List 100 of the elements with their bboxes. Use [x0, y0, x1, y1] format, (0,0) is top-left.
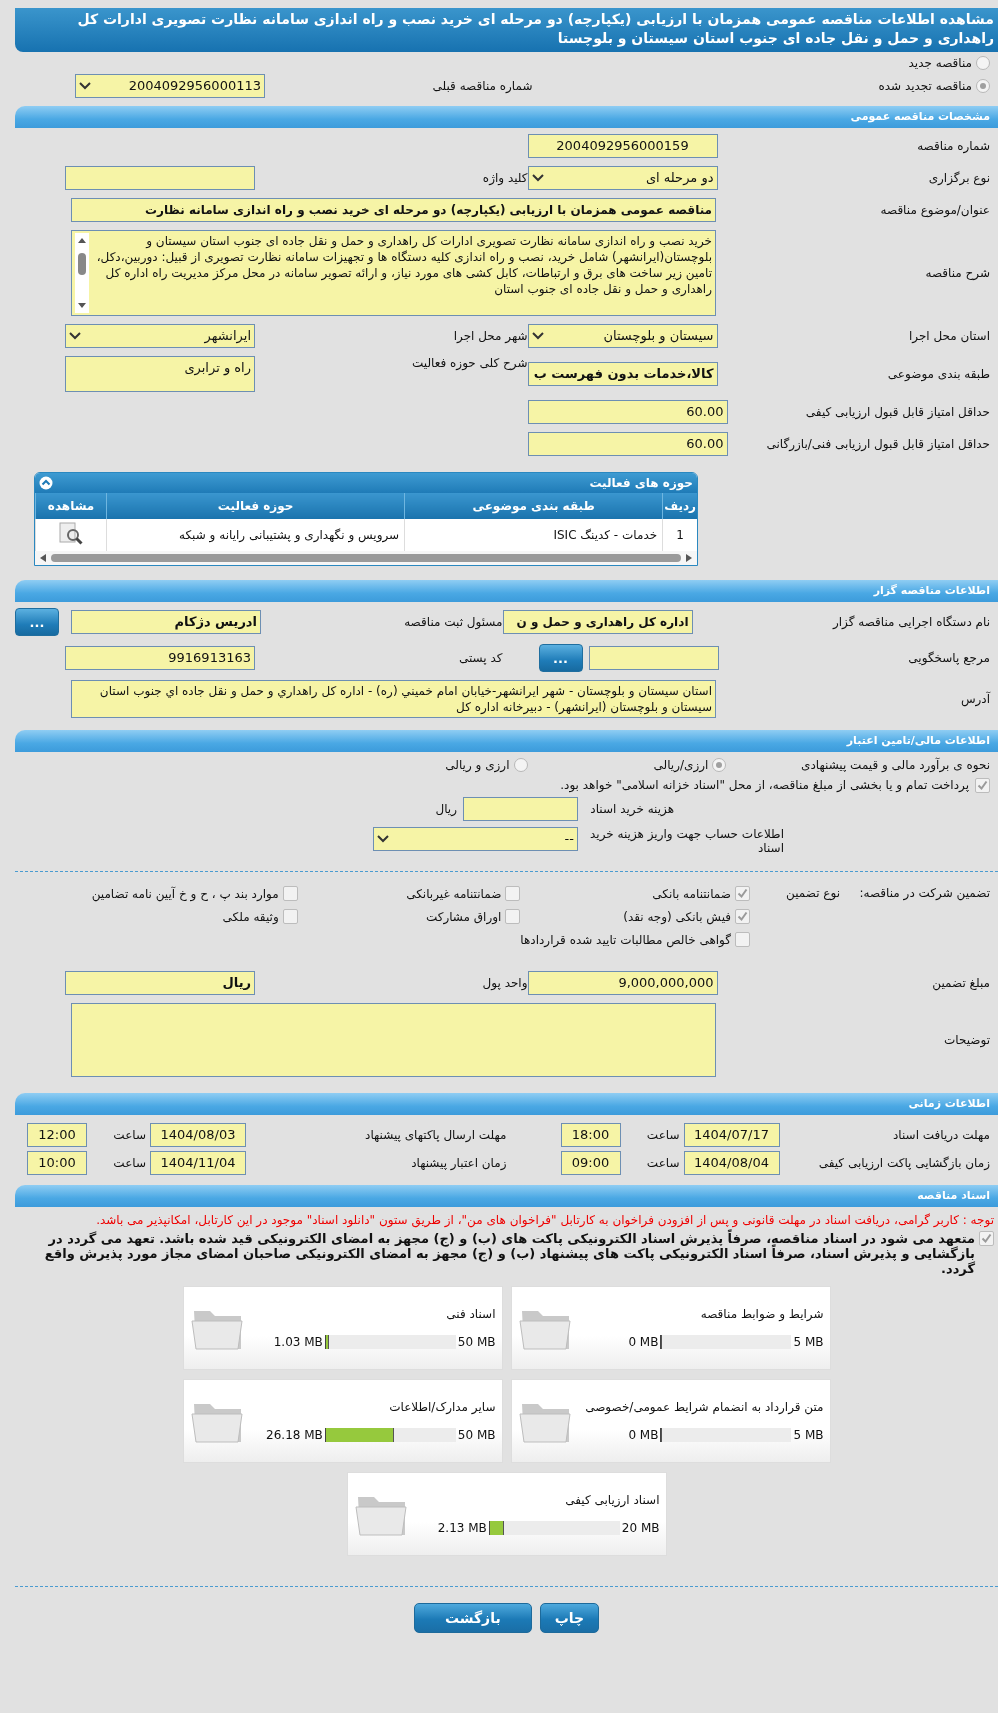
size-label: 0 MB	[628, 1428, 659, 1442]
checkbox-label: پرداخت تمام و یا بخشی از مبلغ مناقصه، از محل "اسناد خزانه اسلامی" خواهد بود.	[559, 778, 969, 792]
radio-button[interactable]	[976, 79, 990, 93]
province-select[interactable]: سیستان و بلوچستان	[527, 324, 718, 348]
score-field[interactable]: 60.00	[527, 432, 728, 456]
activity-summary-field[interactable]: راه و ترابری	[65, 356, 255, 392]
max-size-label: 5 MB	[793, 1428, 824, 1442]
field-label: نام دستگاه اجرایی مناقصه گزار	[831, 615, 990, 629]
previous-tender-select[interactable]: 2004092956000113	[75, 74, 265, 98]
size-label: 26.18 MB	[266, 1428, 323, 1442]
time-field[interactable]: 12:00	[27, 1123, 87, 1147]
radio-button[interactable]	[712, 758, 727, 772]
checkbox[interactable]	[735, 909, 750, 924]
section-header: اطلاعات زمانی	[15, 1093, 998, 1115]
chevron-down-icon	[531, 174, 544, 182]
field-label: مهلت دریافت اسناد	[892, 1128, 990, 1142]
field-label: استان محل اجرا	[907, 329, 990, 343]
field-label: شماره مناقصه	[916, 139, 990, 153]
radio-button[interactable]	[976, 56, 990, 70]
city-select[interactable]: ایرانشهر	[65, 324, 255, 348]
more-button[interactable]: ...	[538, 644, 583, 672]
back-button[interactable]: بازگشت	[413, 1603, 532, 1633]
notice-text: توجه : کاربر گرامی، دریافت اسناد در مهلت قانونی و پس از افزودن فراخوان به کارتابل "فراخوان های من"، از طریق ستون "دانلود اسناد" موجود در این کارتابل، امکانپذیر می باشد.	[95, 1212, 995, 1227]
holding-type-select[interactable]: دو مرحله ای	[527, 166, 718, 190]
score-field[interactable]: 60.00	[527, 400, 728, 424]
description-text: خرید نصب و راه اندازی سامانه نظارت تصویری ادارات کل راهداری و حمل و نقل جاده ای جنوب استان سیستان و بلوچستان(ایرانشهر) شامل خرید، نصب و راه اندازی کلیه دستگاه ها و تجهیزات سامانه نظارت تصویری از قبیل: دوربین،دکل، تامین زیر ساخت های برق و ارتباطات، کابل کشی های مورد نیاز، و ارائه تصویر سامانه در محل مرکز مدیریت راه اداره کل راهداری و حمل و نقل جاده ای جنوب استان	[95, 233, 712, 298]
address-field[interactable]: استان سيستان و بلوچستان - شهر ايرانشهر-خيابان امام خميني (ره) - اداره کل راهداري و حمل و نقل جاده اي جنوب استان سيستان و بلوچستان (ايرانشهر) - دبيرخانه اداره کل	[71, 680, 716, 718]
registrar-field[interactable]: ادریس دژکام	[71, 610, 261, 634]
field-label: مبلغ تضمین	[931, 976, 990, 990]
column-header: حوزه فعالیت	[106, 493, 405, 519]
postal-code-field[interactable]: 9916913163	[65, 646, 255, 670]
account-select[interactable]: --	[373, 827, 578, 851]
document-name: سایر مدارک/اطلاعات	[388, 1400, 496, 1414]
checkbox[interactable]	[735, 886, 750, 901]
field-label: آدرس	[959, 692, 990, 706]
guarantee-amount-field[interactable]: 9,000,000,000	[527, 971, 718, 995]
checkbox[interactable]	[735, 932, 750, 947]
keyword-field[interactable]	[65, 166, 255, 190]
more-button[interactable]: ...	[15, 608, 59, 636]
date-field[interactable]: 1404/08/03	[150, 1123, 246, 1147]
chevron-down-icon	[377, 835, 389, 843]
column-header: ردیف	[662, 493, 697, 519]
max-size-label: 50 MB	[457, 1428, 496, 1442]
page-title: مشاهده اطلاعات مناقصه عمومی همزمان با ارزیابی (یکپارچه) دو مرحله ای خرید نصب و راه اندازی سامانه نظارت تصویری ادارات کل راهداری و حمل و نقل جاده ای جنوب استان سیستان و بلوچستا	[15, 8, 998, 52]
size-label: 0 MB	[628, 1335, 659, 1349]
date-field[interactable]: 1404/08/04	[683, 1151, 780, 1175]
print-button[interactable]: چاپ	[539, 1603, 600, 1633]
checkbox[interactable]	[282, 909, 298, 924]
date-field[interactable]: 1404/07/17	[683, 1123, 780, 1147]
chevron-down-icon	[69, 332, 81, 340]
field-label: مهلت ارسال پاکتهای پیشنهاد	[364, 1128, 507, 1142]
document-name: اسناد ارزیابی کیفی	[564, 1493, 660, 1507]
category-field[interactable]: کالا،خدمات بدون فهرست ب	[527, 362, 718, 386]
checkbox-label: وثیقه ملکی	[222, 909, 279, 924]
field-label: ساعت	[645, 1156, 680, 1170]
field-label: ساعت	[112, 1156, 146, 1170]
document-fee-field[interactable]	[463, 797, 578, 821]
field-label: شرح کلی حوزه فعالیت	[411, 356, 528, 370]
time-field[interactable]: 10:00	[27, 1151, 87, 1175]
field-label: عنوان/موضوع مناقصه	[879, 203, 990, 217]
description-field[interactable]	[71, 230, 716, 316]
checkbox[interactable]	[505, 909, 521, 924]
checkbox-label: ضمانتنامه غیربانکی	[406, 886, 502, 901]
notes-field[interactable]	[71, 1003, 716, 1077]
field-label: طبقه بندی موضوعی	[886, 367, 990, 381]
subject-field[interactable]: مناقصه عمومی همزمان با ارزیابی (یکپارچه) دو مرحله ای خرید نصب و راه اندازی سامانه نظارت	[71, 198, 716, 222]
radio-button[interactable]	[513, 758, 528, 772]
radio-label: ارزی و ریالی	[445, 758, 510, 772]
radio-label: مناقصه تجدید شده	[878, 79, 972, 93]
document-name: متن قرارداد به انضمام شرایط عمومی/خصوصی	[584, 1400, 824, 1414]
field-label: نوع برگزاری	[927, 171, 990, 185]
date-field[interactable]: 1404/11/04	[150, 1151, 246, 1175]
field-label: تضمین شرکت در مناقصه:	[858, 886, 990, 901]
scroll-right-icon[interactable]	[685, 553, 693, 563]
checkbox[interactable]	[975, 778, 990, 793]
max-size-label: 50 MB	[457, 1335, 496, 1349]
commitment-text: متعهد می شود در اسناد مناقصه، صرفاً پذیرش اسناد الکترونیکی پاکت های (ب) و (ج) مجهز به امضای الکترونیکی قید شده باشد. تعهد می گردد در بازگشایی و پذیرش اسناد، صرفاً اسناد الکترونیکی پاکت های پیشنهاد (ب) و (ج) مجهز به امضای الکترونیکی صاحبان امضای مجاز مورد پذیرش واقع گردد.	[43, 1231, 975, 1276]
scrollbar-thumb[interactable]	[51, 554, 681, 562]
section-header: اطلاعات مالی/تامین اعتبار	[15, 730, 998, 752]
reference-field[interactable]	[588, 646, 719, 670]
currency-field[interactable]: ریال	[65, 971, 255, 995]
field-label: نحوه ی برآورد مالی و قیمت پیشنهادی	[800, 758, 990, 772]
checkbox[interactable]	[282, 886, 298, 901]
checkbox-label: ضمانتنامه بانکی	[652, 886, 731, 901]
checkbox[interactable]	[979, 1231, 994, 1246]
time-field[interactable]: 09:00	[560, 1151, 621, 1175]
checkbox[interactable]	[505, 886, 521, 901]
chevron-down-icon	[531, 332, 544, 340]
document-name: اسناد فنی	[445, 1307, 496, 1321]
organization-field[interactable]: اداره کل راهداری و حمل و ن	[502, 610, 693, 634]
radio-label: مناقصه جدید	[908, 56, 972, 70]
field-label: نوع تضمین	[785, 886, 840, 901]
chevron-down-icon	[79, 82, 91, 90]
scroll-left-icon[interactable]	[39, 553, 47, 563]
max-size-label: 5 MB	[793, 1335, 824, 1349]
collapse-icon[interactable]	[39, 476, 53, 490]
size-label: 2.13 MB	[437, 1521, 487, 1535]
time-field[interactable]: 18:00	[560, 1123, 621, 1147]
column-header: مشاهده	[35, 493, 107, 519]
tender-number-field[interactable]: 2004092956000159	[527, 134, 718, 158]
